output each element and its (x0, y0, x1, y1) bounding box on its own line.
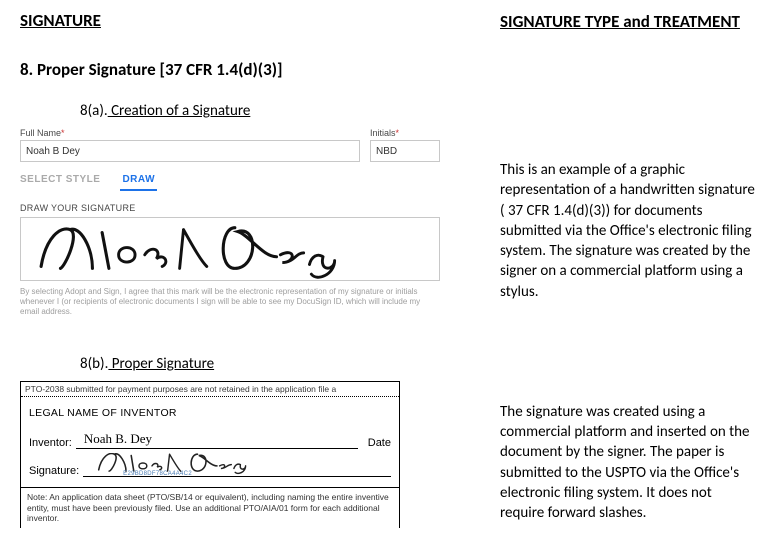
explanation-8a: This is an example of a graphic represen… (500, 160, 759, 302)
initials-input[interactable] (370, 140, 440, 162)
legal-name-heading: LEGAL NAME OF INVENTOR (29, 407, 391, 419)
form-note: Note: An application data sheet (PTO/SB/… (21, 487, 399, 528)
form-top-dashed-text: PTO-2038 submitted for payment purposes … (21, 382, 399, 397)
full-name-label: Full Name* (20, 128, 360, 138)
signature-value: E29BD8DF78CA4A4C2 (83, 453, 391, 477)
subsection-8b-text: Proper Signature (108, 355, 214, 373)
drawn-signature-graphic (21, 218, 439, 280)
required-asterisk: * (396, 128, 400, 138)
inventor-name-text: Noah B. Dey (84, 431, 152, 446)
inventor-line: Inventor: Noah B. Dey DocuSigned by: Dat… (29, 431, 391, 449)
draw-signature-canvas[interactable] (20, 217, 440, 281)
inventor-value: Noah B. Dey DocuSigned by: (76, 431, 358, 449)
subsection-8a-text: Creation of a Signature (108, 102, 251, 120)
adopt-sign-disclaimer: By selecting Adopt and Sign, I agree tha… (20, 287, 440, 317)
subsection-8a-heading: 8(a). Creation of a Signature (80, 102, 440, 120)
initials-label-text: Initials (370, 128, 396, 138)
signature-label: Signature: (29, 465, 79, 477)
inventor-label: Inventor: (29, 437, 72, 449)
required-asterisk: * (61, 128, 65, 138)
initials-label: Initials* (370, 128, 440, 138)
tab-select-style[interactable]: SELECT STYLE (20, 174, 100, 185)
full-name-input[interactable] (20, 140, 360, 162)
signature-line: Signature: E29BD8DF78CA4A4C2 (29, 453, 391, 477)
signature-create-widget: Full Name* Initials* SELECT STYLE DRAW D… (20, 128, 440, 317)
inventor-form-snippet: PTO-2038 submitted for payment purposes … (20, 381, 400, 528)
date-label: Date (368, 437, 391, 449)
column-header-left: SIGNATURE (20, 10, 440, 31)
subsection-8b-heading: 8(b). Proper Signature (80, 355, 440, 373)
full-name-label-text: Full Name (20, 128, 61, 138)
tab-draw[interactable]: DRAW (122, 174, 155, 185)
column-header-right: SIGNATURE TYPE and TREATMENT (500, 11, 759, 32)
subsection-8b-prefix: 8(b). (80, 355, 108, 373)
draw-signature-label: DRAW YOUR SIGNATURE (20, 203, 440, 213)
signature-style-tabs: SELECT STYLE DRAW (20, 174, 440, 185)
docusign-tag-bottom: E29BD8DF78CA4A4C2 (123, 471, 192, 477)
section-title: 8. Proper Signature [37 CFR 1.4(d)(3)] (20, 59, 440, 80)
explanation-8b: The signature was created using a commer… (500, 402, 759, 524)
subsection-8a-prefix: 8(a). (80, 102, 108, 120)
